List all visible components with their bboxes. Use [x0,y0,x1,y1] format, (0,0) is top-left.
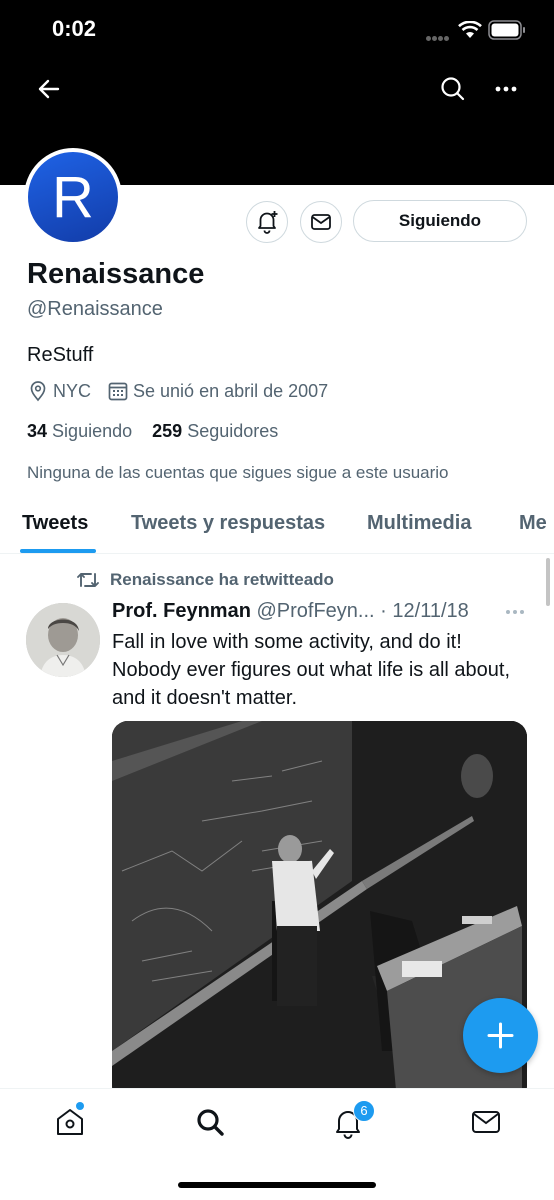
tab-tweets-and-replies[interactable]: Tweets y respuestas [131,512,325,535]
profile-meta: NYC Se unió en abril de 2007 [27,380,328,402]
followers-link[interactable]: 259 Seguidores [152,421,278,441]
retweet-icon [77,573,99,587]
back-arrow-icon [38,79,60,99]
home-indicator[interactable] [178,1182,376,1188]
profile-location: NYC [53,380,92,401]
followers-label: Seguidores [187,421,279,441]
tweet-header: Prof. Feynman @ProfFeyn... · 12/11/18 [112,600,469,623]
profile-handle: @Renaissance [27,298,163,320]
followers-you-know-note: Ninguna de las cuentas que sigues sigue … [27,463,449,482]
joined-date: Se unió en abril de 2007 [133,380,329,401]
status-bar: 0:02 [0,0,554,60]
active-tab-indicator [20,549,96,553]
status-time: 0:02 [52,16,97,41]
profile-bio: ReStuff [27,344,94,366]
scrollbar[interactable] [546,558,550,606]
plus-icon [487,1022,514,1049]
signal-icon [426,28,452,41]
compose-tweet-button[interactable] [463,998,538,1073]
tweet-date: · 12/11/18 [380,600,469,622]
profile-tabs: Tweets Tweets y respuestas Multimedia Me [0,500,554,554]
envelope-icon [472,1111,500,1133]
envelope-icon [311,214,331,230]
following-count: 34 [27,421,48,441]
battery-icon [488,20,526,45]
retweet-indicator: Renaissance ha retwitteado [76,570,334,590]
message-button[interactable] [300,201,342,243]
bell-plus-icon [258,211,278,234]
following-label: Siguiendo [52,421,133,441]
following-button[interactable]: Siguiendo [353,200,527,242]
tweet-text: Fall in love with some activity, and do … [112,631,510,709]
tweet-author-handle: @ProfFeyn... [256,600,375,622]
more-dots-icon [495,86,517,92]
following-link[interactable]: 34 Siguiendo [27,421,132,441]
search-icon [197,1109,224,1136]
tab-media[interactable]: Multimedia [367,512,471,535]
nav-home[interactable] [52,1104,88,1140]
more-dots-icon [506,610,524,614]
search-button[interactable] [438,74,468,104]
nav-messages[interactable] [468,1104,504,1140]
home-icon [57,1109,83,1135]
tab-tweets[interactable]: Tweets [22,512,88,535]
tweet-author-name[interactable]: Prof. Feynman [112,600,251,622]
display-name: Renaissance [27,258,205,290]
nav-explore[interactable] [192,1104,228,1140]
tweet-author-avatar[interactable] [26,603,100,677]
calendar-icon [108,382,128,401]
avatar-letter: R [52,165,94,230]
home-unread-dot [76,1102,84,1110]
profile-avatar[interactable]: R [24,148,122,246]
follow-stats: 34 Siguiendo 259 Seguidores [27,421,278,442]
tweet-more-button[interactable] [503,604,527,625]
notify-button[interactable] [246,201,288,243]
back-button[interactable] [30,76,66,102]
location-pin-icon [30,381,46,402]
followers-count: 259 [152,421,183,441]
retweet-text: Renaissance ha retwitteado [110,570,334,589]
search-icon [441,77,465,101]
notification-badge: 6 [353,1100,375,1122]
tab-likes[interactable]: Me [519,512,547,535]
wifi-icon [458,20,482,44]
more-options-button[interactable] [490,74,522,104]
joined-date-row: Se unió en abril de 2007 [107,380,328,402]
